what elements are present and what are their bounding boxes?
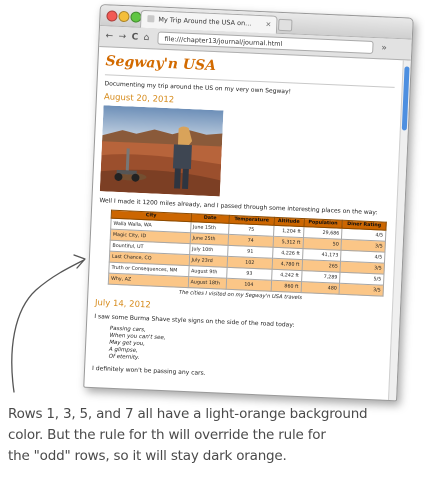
annotation-line: the "odd" rows, so it will stay dark ora… bbox=[8, 448, 287, 464]
annotation-line: Rows 1, 3, 5, and 7 all have a light-ora… bbox=[8, 406, 368, 422]
annotation-note: Rows 1, 3, 5, and 7 all have a light-ora… bbox=[8, 404, 418, 467]
annotation-line: color. But the rule for th will override… bbox=[8, 427, 326, 443]
